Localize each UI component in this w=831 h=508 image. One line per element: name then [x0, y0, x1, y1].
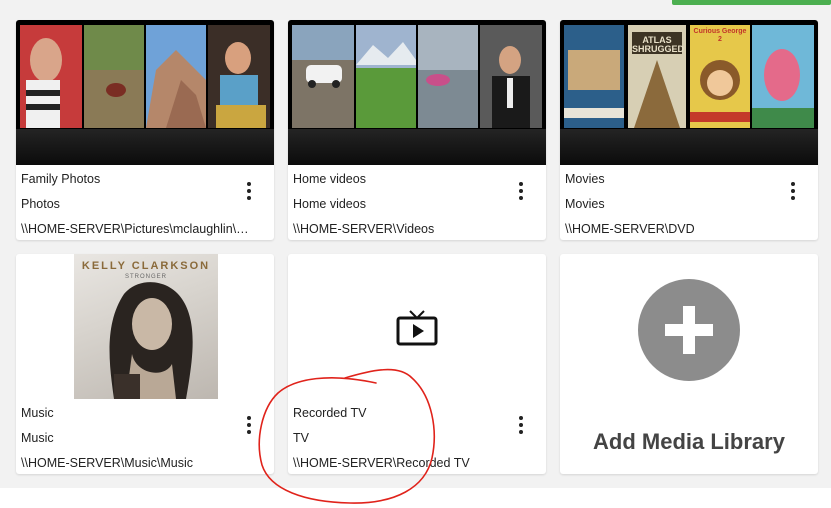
library-name: Family Photos — [21, 172, 101, 186]
library-card-home-videos[interactable]: Home videos Home videos \\HOME-SERVER\Vi… — [288, 20, 546, 240]
album-portrait — [109, 282, 193, 399]
library-path: \\HOME-SERVER\Recorded TV — [293, 456, 470, 470]
library-name: Recorded TV — [293, 406, 367, 420]
more-vert-icon[interactable] — [513, 414, 529, 436]
library-card-music[interactable]: KELLY CLARKSON STRONGER Music Music \\HO… — [16, 254, 274, 474]
more-vert-icon[interactable] — [785, 180, 801, 202]
thumbnail-reflection — [288, 129, 546, 165]
movie-title-curious-george: Curious George 2 — [693, 28, 747, 43]
thumbnail-reflection — [16, 129, 274, 165]
top-action-button[interactable] — [672, 0, 831, 5]
library-type: Home videos — [293, 197, 366, 211]
library-thumbnail — [288, 20, 546, 165]
library-thumbnail — [16, 20, 274, 165]
library-name: Movies — [565, 172, 605, 186]
album-cover: KELLY CLARKSON STRONGER — [74, 254, 218, 399]
more-vert-icon[interactable] — [513, 180, 529, 202]
library-name: Music — [21, 406, 54, 420]
library-path: \\HOME-SERVER\Pictures\mclaughlin\Ry... — [21, 222, 257, 236]
library-type: TV — [293, 431, 309, 445]
more-vert-icon[interactable] — [241, 180, 257, 202]
library-type: Music — [21, 431, 54, 445]
live-tv-icon — [396, 310, 438, 346]
library-card-family-photos[interactable]: Family Photos Photos \\HOME-SERVER\Pictu… — [16, 20, 274, 240]
library-thumbnail: ATLAS SHRUGGED Curious George 2 — [560, 20, 818, 165]
library-card-movies[interactable]: ATLAS SHRUGGED Curious George 2 Movies M… — [560, 20, 818, 240]
thumbnail-reflection — [560, 129, 818, 165]
library-path: \\HOME-SERVER\DVD — [565, 222, 695, 236]
add-media-library-card[interactable]: Add Media Library — [560, 254, 818, 474]
library-path: \\HOME-SERVER\Videos — [293, 222, 435, 236]
library-type: Movies — [565, 197, 605, 211]
library-name: Home videos — [293, 172, 366, 186]
add-media-library-label[interactable]: Add Media Library — [560, 429, 818, 455]
library-card-recorded-tv[interactable]: Recorded TV TV \\HOME-SERVER\Recorded TV — [288, 254, 546, 474]
more-vert-icon[interactable] — [241, 414, 257, 436]
library-path: \\HOME-SERVER\Music\Music — [21, 456, 194, 470]
add-circle-icon[interactable] — [638, 279, 740, 381]
library-type: Photos — [21, 197, 60, 211]
movie-title-atlas: ATLAS SHRUGGED — [632, 35, 685, 54]
